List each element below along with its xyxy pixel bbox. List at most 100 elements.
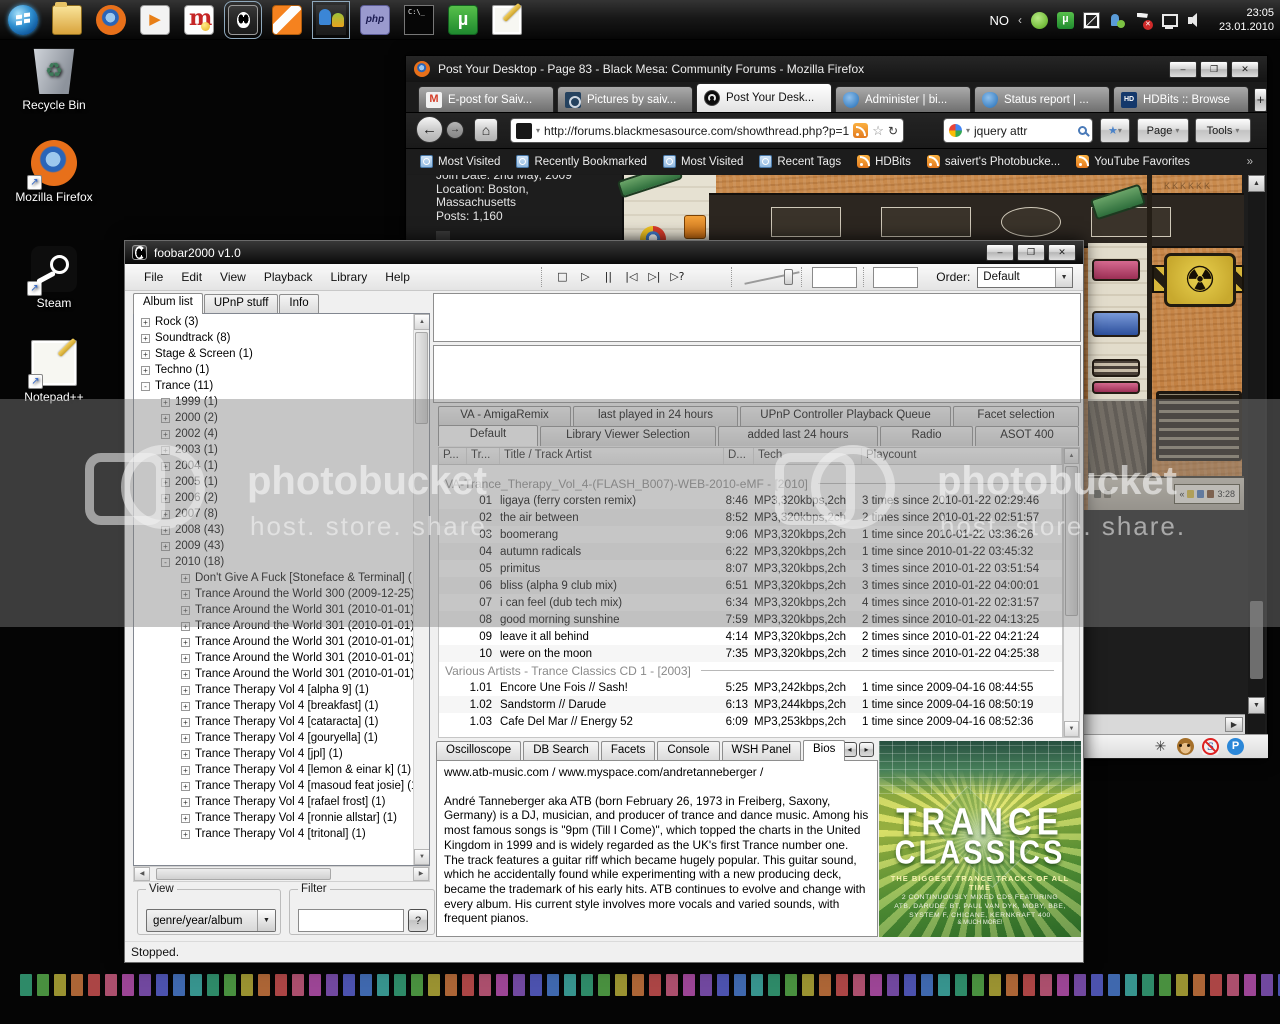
search-box[interactable]: ▾ jquery attr xyxy=(943,118,1093,143)
volume-slider[interactable] xyxy=(742,267,795,287)
bookmark-item[interactable]: saivert's Photobucke... xyxy=(927,155,1060,168)
album-tree-item[interactable]: + 2004 (1) xyxy=(134,458,429,474)
vscroll-up-arrow[interactable]: ▲ xyxy=(1248,175,1265,192)
column-header[interactable]: Tr... xyxy=(467,448,500,464)
menu-item[interactable]: Library xyxy=(322,267,377,287)
playlist-track-row[interactable]: 02 the air between 8:52 MP3,320kbps,2ch … xyxy=(439,509,1062,526)
album-tree-item[interactable]: + 2003 (1) xyxy=(134,442,429,458)
playlist-track-row[interactable]: 10 were on the moon 7:35 MP3,320kbps,2ch… xyxy=(439,645,1062,662)
album-tree-item[interactable]: + Trance Therapy Vol 4 [ronnie allstar] … xyxy=(134,810,429,826)
menu-item[interactable]: Playback xyxy=(255,267,322,287)
order-dropdown[interactable]: Default ▼ xyxy=(977,267,1073,288)
panel-tab[interactable]: Album list xyxy=(133,293,203,314)
playlist-tab[interactable]: VA - AmigaRemix xyxy=(438,406,571,426)
column-header[interactable]: Playcount xyxy=(862,448,1062,464)
scroll-up-icon[interactable]: ▲ xyxy=(414,314,430,330)
album-tree-item[interactable]: + Trance Therapy Vol 4 [jpl] (1) xyxy=(134,746,429,762)
bookmark-star-icon[interactable]: ☆ xyxy=(872,123,884,139)
album-tree-item[interactable]: + Rock (3) xyxy=(134,314,429,330)
taskbar-icon[interactable] xyxy=(140,5,170,35)
bookmark-item[interactable]: Most Visited xyxy=(663,155,743,168)
tools-menu-button[interactable]: Tools▾ xyxy=(1195,118,1251,143)
tree-expand-icon[interactable]: + xyxy=(141,350,150,359)
bookmark-item[interactable]: Most Visited xyxy=(420,155,500,168)
playlist-track-row[interactable]: 1.03 Cafe Del Mar // Energy 52 6:09 MP3,… xyxy=(439,713,1062,730)
album-tree-item[interactable]: + Trance Therapy Vol 4 [cataracta] (1) xyxy=(134,714,429,730)
album-tree-item[interactable]: + Trance Therapy Vol 4 [alpha 9] (1) xyxy=(134,682,429,698)
menu-item[interactable]: Edit xyxy=(172,267,211,287)
album-tree-item[interactable]: + 2000 (2) xyxy=(134,410,429,426)
language-indicator[interactable]: NO xyxy=(989,13,1009,28)
taskbar-icon[interactable] xyxy=(228,5,258,35)
panel-tab[interactable]: WSH Panel xyxy=(722,741,801,761)
album-tree-item[interactable]: + 2002 (4) xyxy=(134,426,429,442)
foobar-titlebar[interactable]: foobar2000 v1.0 – ❐ ✕ xyxy=(125,241,1083,264)
tree-expand-icon[interactable]: + xyxy=(181,638,190,647)
volume-thumb[interactable] xyxy=(784,269,793,285)
playlist-track-row[interactable]: 1.01 Encore Une Fois // Sash! 5:25 MP3,2… xyxy=(439,679,1062,696)
album-tree-item[interactable]: + Trance Around the World 301 (2010-01-0… xyxy=(134,666,429,682)
statusbar-icon[interactable] xyxy=(1152,738,1169,755)
transport-button[interactable]: ▷| xyxy=(643,267,665,288)
browser-tab[interactable]: HDBits :: Browse xyxy=(1113,86,1249,112)
statusbar-icon[interactable] xyxy=(1202,738,1219,755)
tray-icon[interactable] xyxy=(1057,12,1074,29)
album-art[interactable]: TRANCE CLASSICS THE BIGGEST TRANCE TRACK… xyxy=(879,741,1081,937)
album-tree-item[interactable]: + Trance Around the World 301 (2010-01-0… xyxy=(134,618,429,634)
playlist-tab[interactable]: added last 24 hours xyxy=(718,426,878,446)
transport-button[interactable]: □ xyxy=(551,267,573,288)
clock[interactable]: 23:05 23.01.2010 xyxy=(1213,6,1274,34)
home-button[interactable]: ⌂ xyxy=(474,118,498,142)
album-tree-item[interactable]: + Trance Therapy Vol 4 [breakfast] (1) xyxy=(134,698,429,714)
tree-expand-icon[interactable]: + xyxy=(141,318,150,327)
tree-expand-icon[interactable]: + xyxy=(181,766,190,775)
tray-chevron-icon[interactable]: ‹ xyxy=(1018,13,1022,27)
tree-expand-icon[interactable]: + xyxy=(181,734,190,743)
playlist-tab[interactable]: Default xyxy=(438,425,538,446)
vscroll-down-arrow[interactable]: ▼ xyxy=(1248,697,1265,714)
playlist-track-row[interactable]: 07 i can feel (dub tech mix) 6:34 MP3,32… xyxy=(439,594,1062,611)
filter-input[interactable] xyxy=(298,909,404,932)
column-header[interactable]: Title / Track Artist xyxy=(500,448,724,464)
taskbar-icon[interactable] xyxy=(52,5,82,35)
tab-scroll-right-button[interactable]: ▸ xyxy=(859,742,874,757)
desktop-icon-firefox[interactable]: ↗ Mozilla Firefox xyxy=(2,140,106,204)
tree-expand-icon[interactable]: + xyxy=(161,414,170,423)
playlist-tab[interactable]: Library Viewer Selection xyxy=(540,426,716,446)
playlist[interactable]: VA-Trance_Therapy_Vol_4-(FLASH_B007)-WEB… xyxy=(438,465,1063,738)
desktop-icon-recycle-bin[interactable]: ↗ Recycle Bin xyxy=(2,48,106,112)
album-tree-item[interactable]: - 2010 (18) xyxy=(134,554,429,570)
taskbar-icon[interactable] xyxy=(448,5,478,35)
firefox-titlebar[interactable]: Post Your Desktop - Page 83 - Black Mesa… xyxy=(406,56,1267,82)
bookmarks-menu-button[interactable]: ★▾ xyxy=(1100,118,1130,143)
tree-expand-icon[interactable]: + xyxy=(161,398,170,407)
playlist-track-row[interactable]: 05 primitus 8:07 MP3,320kbps,2ch 3 times… xyxy=(439,560,1062,577)
album-tree-item[interactable]: + Don't Give A Fuck [Stoneface & Termina… xyxy=(134,570,429,586)
tree-expand-icon[interactable]: + xyxy=(161,446,170,455)
bookmark-item[interactable]: Recently Bookmarked xyxy=(516,155,647,168)
column-header[interactable]: D... xyxy=(724,448,754,464)
desktop-icon-notepadpp[interactable]: ↗ Notepad++ xyxy=(2,340,106,404)
playlist-track-row[interactable]: 08 good morning sunshine 7:59 MP3,320kbp… xyxy=(439,611,1062,628)
close-button[interactable]: ✕ xyxy=(1231,61,1259,78)
tray-icon[interactable] xyxy=(1031,12,1048,29)
panel-tab[interactable]: Console xyxy=(657,741,719,761)
tree-expand-icon[interactable]: + xyxy=(181,670,190,679)
panel-tab[interactable]: DB Search xyxy=(523,741,599,761)
transport-button[interactable]: |◁ xyxy=(620,267,642,288)
album-tree-item[interactable]: + 2008 (43) xyxy=(134,522,429,538)
album-tree-item[interactable]: + Soundtrack (8) xyxy=(134,330,429,346)
tree-expand-icon[interactable]: + xyxy=(141,334,150,343)
panel-tab[interactable]: UPnP stuff xyxy=(204,294,279,314)
panel-tab[interactable]: Oscilloscope xyxy=(436,741,521,761)
tree-expand-icon[interactable]: + xyxy=(181,654,190,663)
album-tree-item[interactable]: + Trance Around the World 300 (2009-12-2… xyxy=(134,586,429,602)
tree-expand-icon[interactable]: + xyxy=(181,782,190,791)
album-tree-item[interactable]: + 1999 (1) xyxy=(134,394,429,410)
menu-item[interactable]: File xyxy=(135,267,172,287)
close-button[interactable]: ✕ xyxy=(1048,244,1076,261)
album-tree-item[interactable]: + Trance Therapy Vol 4 [lemon & einar k]… xyxy=(134,762,429,778)
playlist-track-row[interactable]: 01 ligaya (ferry corsten remix) 8:46 MP3… xyxy=(439,492,1062,509)
tree-expand-icon[interactable]: + xyxy=(181,574,190,583)
tree-horizontal-scrollbar[interactable]: ◀ ▶ xyxy=(133,866,430,882)
